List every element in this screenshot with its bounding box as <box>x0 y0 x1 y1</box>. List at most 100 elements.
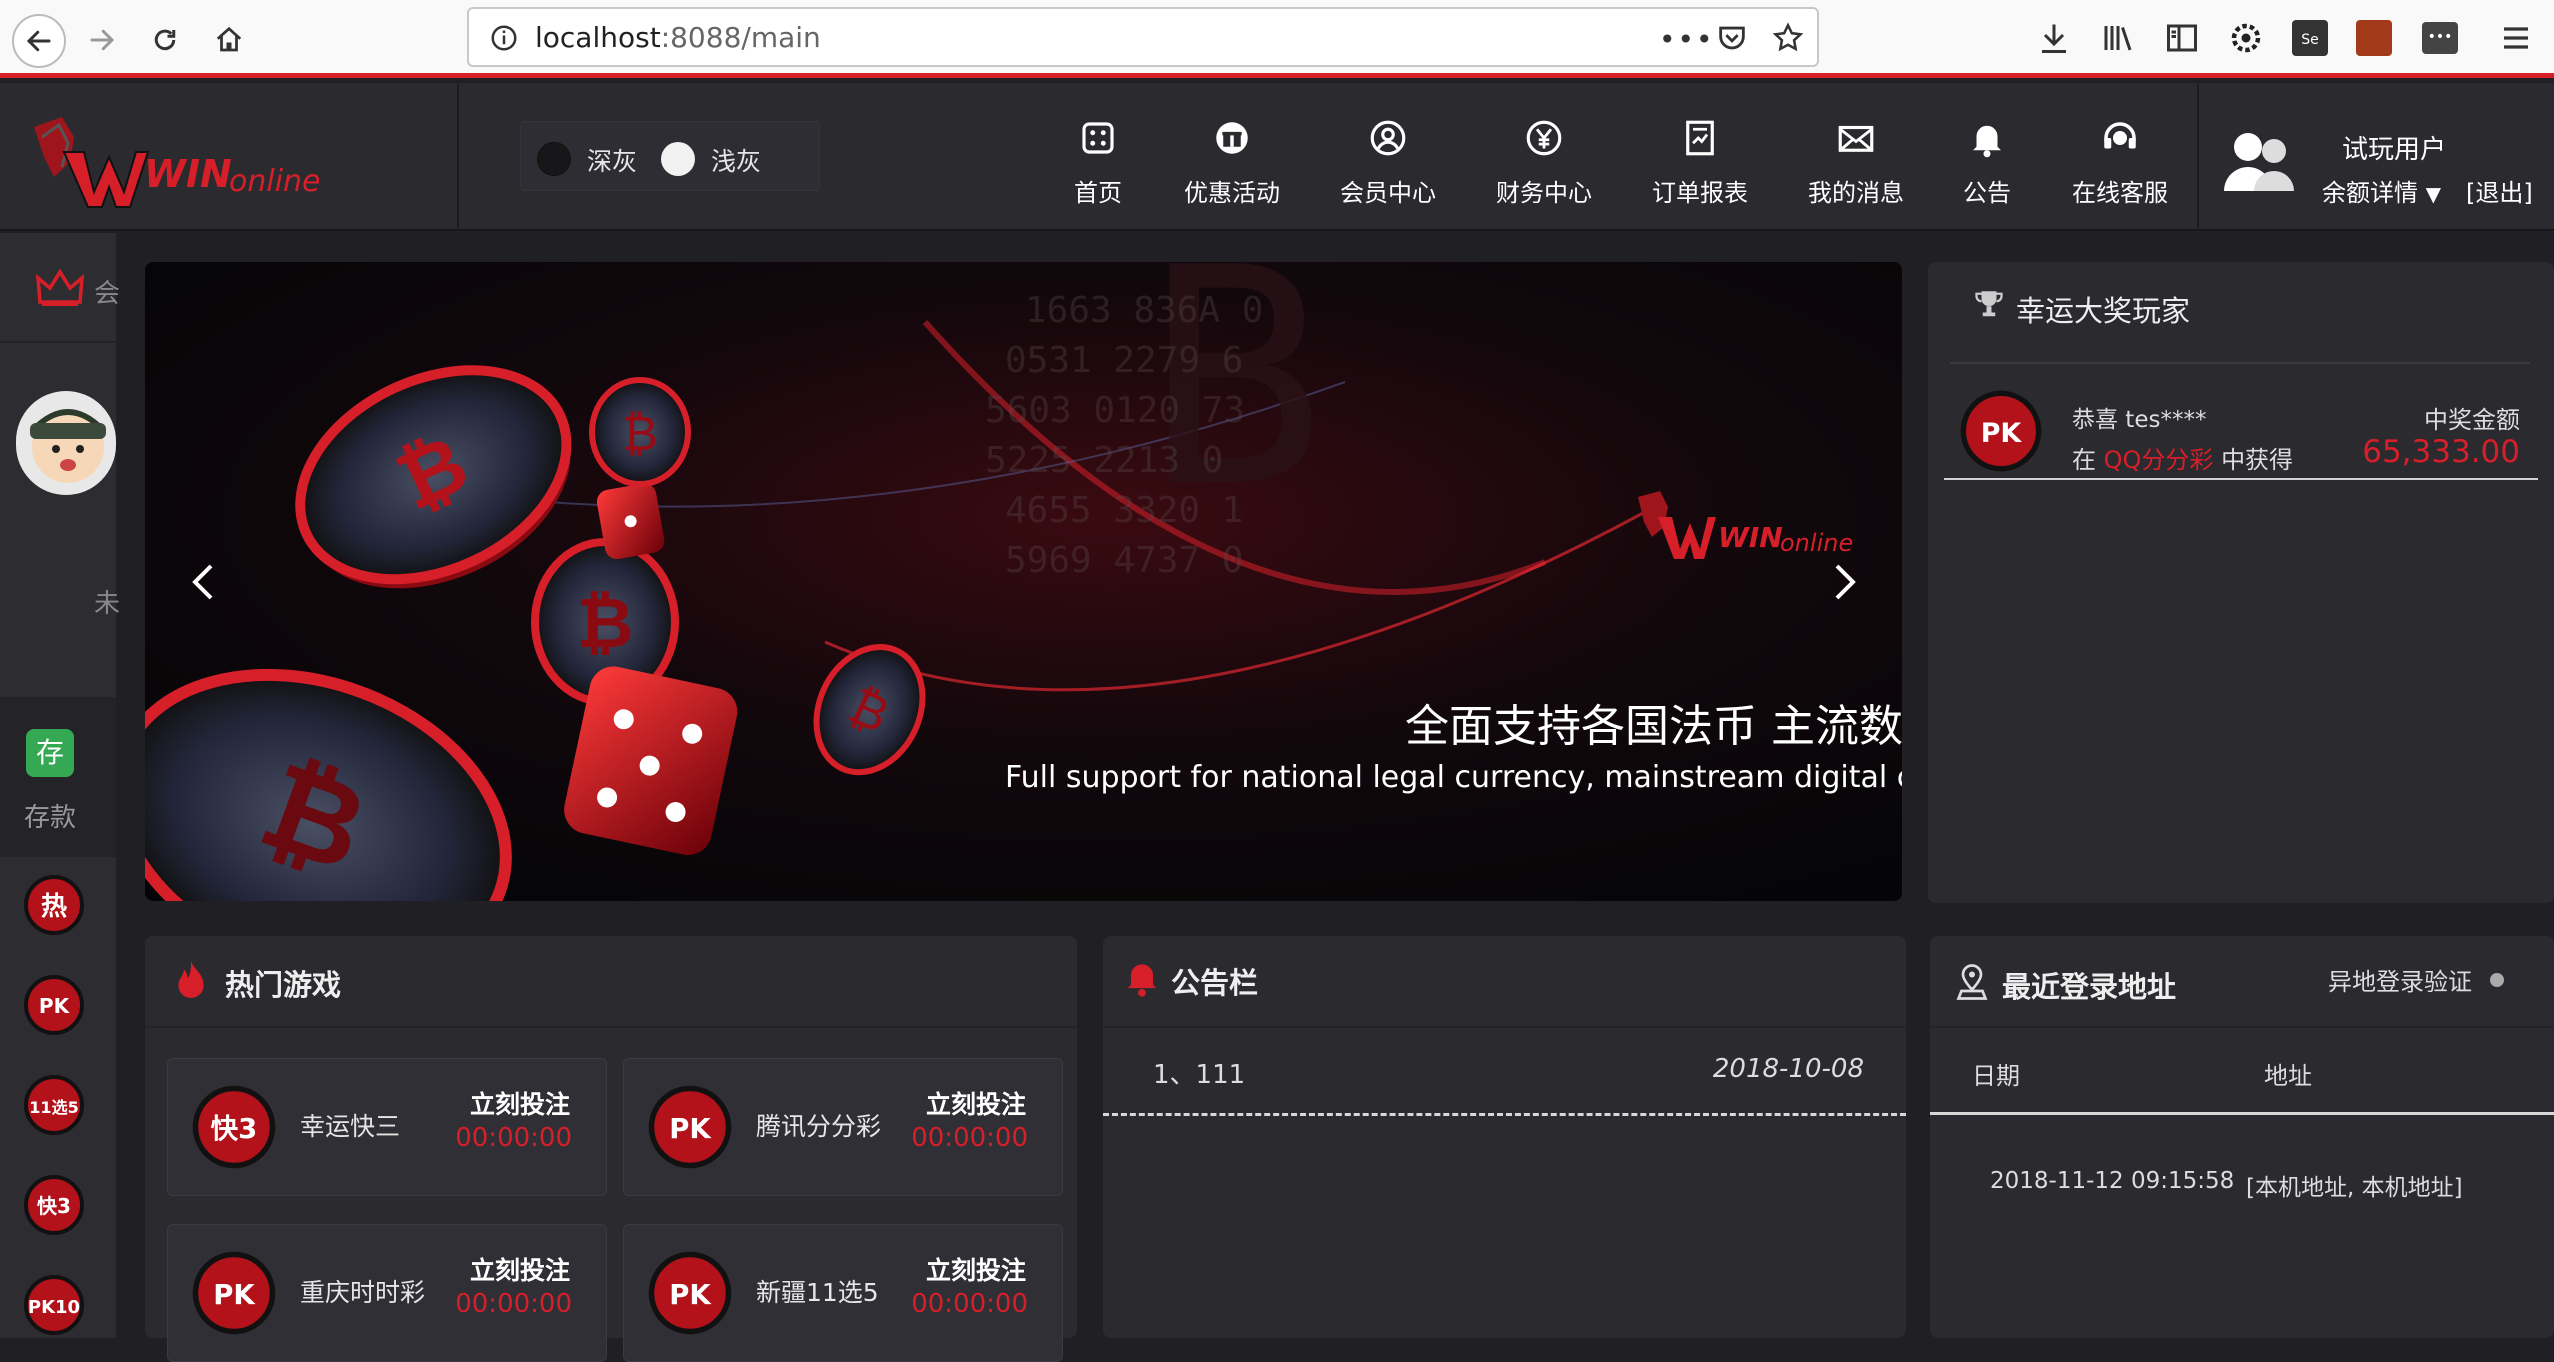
theme-dark-label[interactable]: 深灰 <box>587 142 637 178</box>
svg-text:₿: ₿ <box>622 406 658 462</box>
promo-banner-carousel[interactable]: B 1663 836A 0 0531 2279 6 5603 0120 73 5225… <box>145 262 1902 901</box>
nav-finance-center-label: 财务中心 <box>1496 179 1592 207</box>
svg-text:热: 热 <box>41 892 67 922</box>
game-countdown: 00:00:00 <box>455 1123 572 1153</box>
lucky-winners-panel: 幸运大奖玩家 PK 恭喜 tes**** 在 QQ分分彩 中获得 中奖金额 65… <box>1928 262 2554 903</box>
nav-home-label: 首页 <box>1074 179 1122 207</box>
nav-home[interactable]: 首页 <box>1062 117 1134 217</box>
trophy-icon <box>1975 291 2003 317</box>
game-countdown: 00:00:00 <box>911 1289 1028 1319</box>
svg-text:1663 836A 0: 1663 836A 0 <box>1025 290 1263 331</box>
game-card[interactable]: 快3 幸运快三 立刻投注 00:00:00 <box>167 1058 607 1196</box>
login-row-date: 2018-11-12 09:15:58 <box>1990 1168 2235 1194</box>
carousel-prev-icon[interactable] <box>189 562 217 602</box>
sidebar-toggle-icon[interactable] <box>2164 20 2200 56</box>
extension-icon[interactable] <box>2356 20 2392 56</box>
k3-game-icon: 快3 <box>192 1085 276 1169</box>
sidebar-avatar[interactable] <box>16 391 116 495</box>
theme-light-label[interactable]: 浅灰 <box>711 142 761 178</box>
bet-now-button[interactable]: 立刻投注 <box>470 1085 570 1121</box>
arrow-right-icon <box>90 29 115 51</box>
winner-game-line: 在 QQ分分彩 中获得 <box>2072 440 2293 475</box>
hot-games-divider <box>145 1026 1077 1028</box>
bet-now-button[interactable]: 立刻投注 <box>926 1085 1026 1121</box>
svg-text:WIN: WIN <box>144 152 232 196</box>
browser-toolbar: localhost:8088/main ••• Se ••• <box>0 0 2554 78</box>
pk-game-icon: PK <box>648 1251 732 1335</box>
login-row-address: [本机地址, 本机地址] <box>2246 1175 2463 1201</box>
svg-text:online: online <box>229 164 321 199</box>
carousel-next-icon[interactable] <box>1831 562 1859 602</box>
sidebar-game-k3[interactable]: 快3 <box>22 1173 86 1237</box>
nav-my-messages[interactable]: 我的消息 <box>1804 117 1908 217</box>
reload-button[interactable] <box>143 18 187 62</box>
sidebar-game-pk[interactable]: PK <box>22 973 86 1037</box>
11x5-game-icon: 11选5 <box>24 1075 84 1135</box>
gift-icon <box>1216 122 1248 154</box>
url-path: :8088/main <box>660 21 821 54</box>
balance-dropdown[interactable]: 余额详情 ▼ <box>2322 173 2441 208</box>
pocket-icon[interactable] <box>1715 21 1749 55</box>
svg-text:PK: PK <box>669 1279 712 1311</box>
sidebar-game-11x5[interactable]: 11选5 <box>22 1073 86 1137</box>
bell-icon <box>1127 964 1157 997</box>
user-circle-icon <box>1370 120 1406 156</box>
bet-now-button[interactable]: 立刻投注 <box>470 1251 570 1287</box>
library-icon[interactable] <box>2100 20 2136 56</box>
theme-light-radio[interactable] <box>661 142 695 176</box>
back-button[interactable] <box>12 14 66 68</box>
sidebar-member-row[interactable]: 会 <box>0 233 120 343</box>
site-logo[interactable]: WIN online <box>24 107 344 212</box>
remote-login-verify-toggle[interactable] <box>2490 973 2504 987</box>
svg-text:₿: ₿ <box>576 582 633 664</box>
nav-announcements[interactable]: 公告 <box>1962 117 2012 217</box>
svg-text:WIN: WIN <box>1718 521 1783 554</box>
nav-promotions-label: 优惠活动 <box>1184 179 1280 207</box>
user-avatar-icon[interactable] <box>2220 119 2300 199</box>
winner-amount-label: 中奖金额 <box>2424 406 2520 434</box>
url-text[interactable]: localhost:8088/main <box>535 21 821 54</box>
winner-congrats: 恭喜 tes**** <box>2072 407 2207 433</box>
k3-game-icon: 快3 <box>24 1175 84 1235</box>
site-header: WIN online 深灰 浅灰 首页 优惠活动 会员中心 财务中心 订单报表 … <box>0 83 2554 231</box>
selenium-extension-icon[interactable]: Se <box>2292 20 2328 56</box>
banner-image: B 1663 836A 00531 2279 65603 0120 735225… <box>145 262 1902 901</box>
url-bar[interactable]: localhost:8088/main ••• <box>467 7 1819 67</box>
sidebar-game-hot[interactable]: 热 <box>22 873 86 937</box>
bet-now-button[interactable]: 立刻投注 <box>926 1251 1026 1287</box>
caret-down-icon: ▼ <box>2425 182 2442 206</box>
hamburger-menu-icon[interactable] <box>2498 20 2534 56</box>
nav-finance-center[interactable]: 财务中心 <box>1492 117 1596 217</box>
remote-login-verify-label: 异地登录验证 <box>2328 968 2472 996</box>
forward-button[interactable] <box>80 18 124 62</box>
nav-member-center[interactable]: 会员中心 <box>1336 117 1440 217</box>
download-icon[interactable] <box>2036 20 2072 56</box>
nav-promotions[interactable]: 优惠活动 <box>1180 117 1284 217</box>
home-button[interactable] <box>207 18 251 62</box>
notice-board-title: 公告栏 <box>1171 966 1259 1000</box>
winner-game[interactable]: QQ分分彩 <box>2104 446 2214 474</box>
notice-item[interactable]: 1、111 2018-10-08 <box>1103 1036 1906 1116</box>
logout-link[interactable]: [退出] <box>2466 173 2533 208</box>
nav-order-report[interactable]: 订单报表 <box>1648 117 1752 217</box>
pk-game-icon: PK <box>192 1251 276 1335</box>
game-card[interactable]: PK 重庆时时彩 立刻投注 00:00:00 <box>167 1224 607 1362</box>
sidebar-deposit[interactable]: 存 存款 <box>0 697 116 857</box>
star-icon[interactable] <box>1771 21 1805 55</box>
banner-headline: 全面支持各国法币 主流数字货币 <box>1405 701 1902 752</box>
theme-dark-radio[interactable] <box>537 142 571 176</box>
arrow-left-icon <box>26 30 51 52</box>
game-name: 腾讯分分彩 <box>756 1112 882 1141</box>
notice-board-divider <box>1103 1026 1906 1028</box>
sidebar-game-pk10[interactable]: PK10 <box>22 1273 86 1337</box>
winner-entry: PK 恭喜 tes**** 在 QQ分分彩 中获得 中奖金额 65,333.00 <box>1944 378 2538 480</box>
game-card[interactable]: PK 新疆11选5 立刻投注 00:00:00 <box>623 1224 1063 1362</box>
winonline-logo-icon: WIN online <box>34 117 321 208</box>
info-icon[interactable] <box>489 23 519 53</box>
game-card[interactable]: PK 腾讯分分彩 立刻投注 00:00:00 <box>623 1058 1063 1196</box>
more-actions-icon[interactable]: ••• <box>1659 23 1715 56</box>
extension-gear-icon[interactable] <box>2228 20 2264 56</box>
balance-label: 余额详情 <box>2322 179 2418 207</box>
nav-online-support[interactable]: 在线客服 <box>2068 117 2172 217</box>
extension-dots-icon[interactable]: ••• <box>2422 22 2458 54</box>
